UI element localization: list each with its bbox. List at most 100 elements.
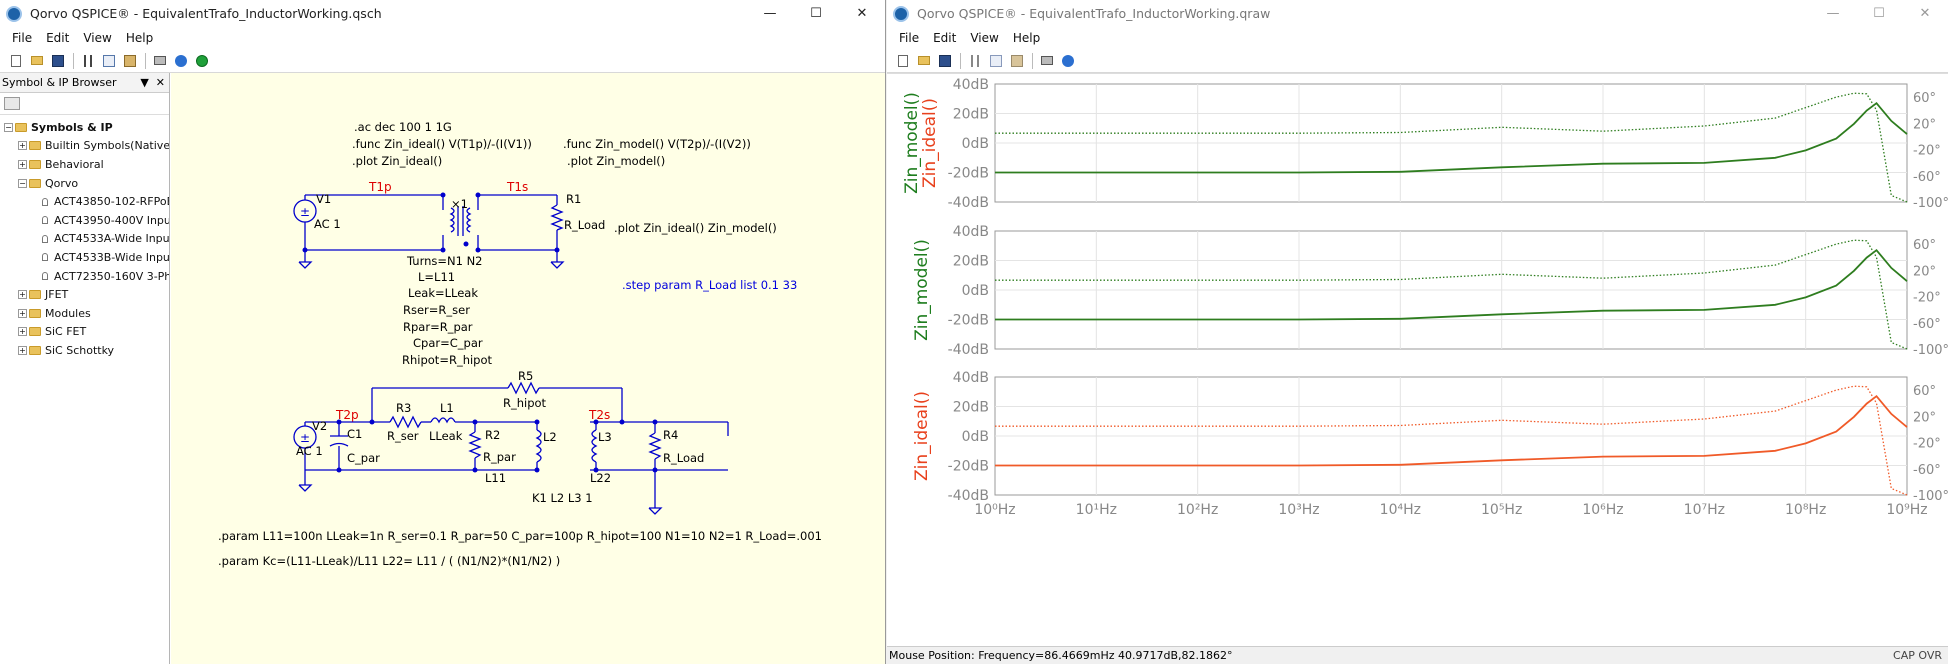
tree-symbol[interactable]: ACT43950-400V Input <box>0 211 169 230</box>
trafo-ref[interactable]: ×1 <box>451 197 468 211</box>
tree-symbol[interactable]: ACT4533B-Wide Input <box>0 248 169 267</box>
trafo-attr-rser[interactable]: Rser=R_ser <box>403 303 470 317</box>
net-label-t1s[interactable]: T1s <box>506 180 528 194</box>
expand-icon[interactable]: + <box>18 141 27 151</box>
new-file-icon[interactable] <box>6 52 25 70</box>
paste-icon[interactable] <box>120 52 139 70</box>
tree-folder[interactable]: − Symbols & IP <box>0 118 169 137</box>
tree-symbol[interactable]: ACT72350-160V 3-Ph <box>0 267 169 286</box>
l2-ref[interactable]: L2 <box>543 430 557 444</box>
expand-icon[interactable]: + <box>18 327 27 337</box>
menu-file[interactable]: File <box>5 31 39 45</box>
r1-ref[interactable]: R1 <box>566 192 581 206</box>
tree-symbol[interactable]: ACT4533A-Wide Input <box>0 230 169 249</box>
v1-ref[interactable]: V1 <box>316 192 331 206</box>
tree-folder[interactable]: + Modules <box>0 304 169 323</box>
expand-icon[interactable]: + <box>18 159 27 169</box>
waveform-plot-area[interactable]: 40dB 20dB 0dB -20dB -40dB 60° 20° -20° -60° -100°… <box>887 73 1948 646</box>
minimize-button[interactable]: — <box>1810 0 1856 27</box>
tree-folder[interactable]: − Qorvo <box>0 174 169 193</box>
new-file-icon[interactable] <box>893 52 912 70</box>
copy-icon[interactable] <box>986 52 1005 70</box>
trace-label[interactable]: Zin_ideal() <box>920 98 940 188</box>
schematic-canvas[interactable]: ± ± .ac dec 100 1 1G .func Zin_ideal() V… <box>171 73 885 664</box>
maximize-button[interactable]: ☐ <box>793 0 839 27</box>
trace-label[interactable]: Zin_ideal() <box>912 391 932 481</box>
menu-help[interactable]: Help <box>119 31 160 45</box>
directive-func-model[interactable]: .func Zin_model() V(T2p)/-(I(V2)) <box>563 137 751 151</box>
maximize-button[interactable]: ☐ <box>1856 0 1902 27</box>
paste-icon[interactable] <box>1007 52 1026 70</box>
r3-ref[interactable]: R3 <box>396 401 411 415</box>
r4-value[interactable]: R_Load <box>663 451 704 465</box>
menu-help[interactable]: Help <box>1006 31 1047 45</box>
directive-ac[interactable]: .ac dec 100 1 1G <box>354 120 452 134</box>
expand-icon[interactable]: + <box>18 308 27 318</box>
schematic-titlebar[interactable]: Qorvo QSPICE® - EquivalentTrafo_Inductor… <box>0 0 885 27</box>
trafo-attr-cpar[interactable]: Cpar=C_par <box>413 336 483 350</box>
menu-edit[interactable]: Edit <box>926 31 963 45</box>
trafo-attr-leak[interactable]: Leak=LLeak <box>408 286 478 300</box>
trace-label[interactable]: Zin_model() <box>912 239 932 341</box>
tree-symbol[interactable]: ACT43850-102-RFPoE <box>0 192 169 211</box>
tree-folder[interactable]: + SiC FET <box>0 323 169 342</box>
menu-view[interactable]: View <box>963 31 1005 45</box>
k-directive[interactable]: K1 L2 L3 1 <box>532 491 593 505</box>
directive-plot-ideal[interactable]: .plot Zin_ideal() <box>352 154 442 168</box>
close-button[interactable]: ✕ <box>839 0 885 27</box>
trace-label[interactable]: Zin_model() <box>902 92 922 194</box>
cut-icon[interactable] <box>78 52 97 70</box>
waveform-titlebar[interactable]: Qorvo QSPICE® - EquivalentTrafo_Inductor… <box>887 0 1948 27</box>
net-label-t2p[interactable]: T2p <box>335 408 359 422</box>
directive-func-ideal[interactable]: .func Zin_ideal() V(T1p)/-(I(V1)) <box>352 137 532 151</box>
close-button[interactable]: ✕ <box>1902 0 1948 27</box>
l1-ref[interactable]: L1 <box>440 401 454 415</box>
v2-ref[interactable]: V2 <box>312 419 327 433</box>
browser-folder-icon[interactable] <box>4 97 20 110</box>
copy-icon[interactable] <box>99 52 118 70</box>
cut-icon[interactable] <box>965 52 984 70</box>
net-label-t2s[interactable]: T2s <box>588 408 610 422</box>
directive-plot-both[interactable]: .plot Zin_ideal() Zin_model() <box>614 221 777 235</box>
directive-params[interactable]: .param L11=100n LLeak=1n R_ser=0.1 R_par… <box>218 529 822 543</box>
v2-value[interactable]: AC 1 <box>296 444 323 458</box>
trafo-attr-l[interactable]: L=L11 <box>418 270 455 284</box>
l1-value[interactable]: LLeak <box>429 429 463 443</box>
l2-value[interactable]: L11 <box>485 471 506 485</box>
expand-icon[interactable]: + <box>18 290 27 300</box>
trafo-attr-rpar[interactable]: Rpar=R_par <box>403 320 473 334</box>
panel-close-icon[interactable]: ✕ <box>156 76 165 89</box>
l3-value[interactable]: L22 <box>590 471 611 485</box>
save-icon[interactable] <box>48 52 67 70</box>
help-icon[interactable] <box>171 52 190 70</box>
directive-plot-model[interactable]: .plot Zin_model() <box>567 154 665 168</box>
l3-ref[interactable]: L3 <box>598 430 612 444</box>
r3-value[interactable]: R_ser <box>387 429 419 443</box>
directive-step[interactable]: .step param R_Load list 0.1 33 <box>622 278 797 292</box>
help-icon[interactable] <box>1058 52 1077 70</box>
panel-dropdown-icon[interactable]: ▼ <box>140 76 148 89</box>
menu-edit[interactable]: Edit <box>39 31 76 45</box>
collapse-icon[interactable]: − <box>4 122 13 132</box>
collapse-icon[interactable]: − <box>18 178 27 188</box>
c1-value[interactable]: C_par <box>347 451 380 465</box>
trafo-attr-rhipot[interactable]: Rhipot=R_hipot <box>402 353 493 367</box>
r2-value[interactable]: R_par <box>483 450 516 464</box>
v1-value[interactable]: AC 1 <box>314 217 341 231</box>
print-icon[interactable] <box>150 52 169 70</box>
directive-params-kc[interactable]: .param Kc=(L11-LLeak)/L11 L22= L11 / ( (… <box>218 554 560 568</box>
menu-file[interactable]: File <box>892 31 926 45</box>
net-label-t1p[interactable]: T1p <box>368 180 392 194</box>
c1-ref[interactable]: C1 <box>347 427 362 441</box>
r1-value[interactable]: R_Load <box>564 218 605 232</box>
open-folder-icon[interactable] <box>914 52 933 70</box>
tree-folder[interactable]: + Builtin Symbols(Native D <box>0 137 169 156</box>
r5-ref[interactable]: R5 <box>518 369 533 383</box>
r4-ref[interactable]: R4 <box>663 428 678 442</box>
tree-folder[interactable]: + JFET <box>0 285 169 304</box>
save-icon[interactable] <box>935 52 954 70</box>
expand-icon[interactable]: + <box>18 345 27 355</box>
tree-folder[interactable]: + SiC Schottky <box>0 341 169 360</box>
run-icon[interactable] <box>192 52 211 70</box>
minimize-button[interactable]: — <box>747 0 793 27</box>
